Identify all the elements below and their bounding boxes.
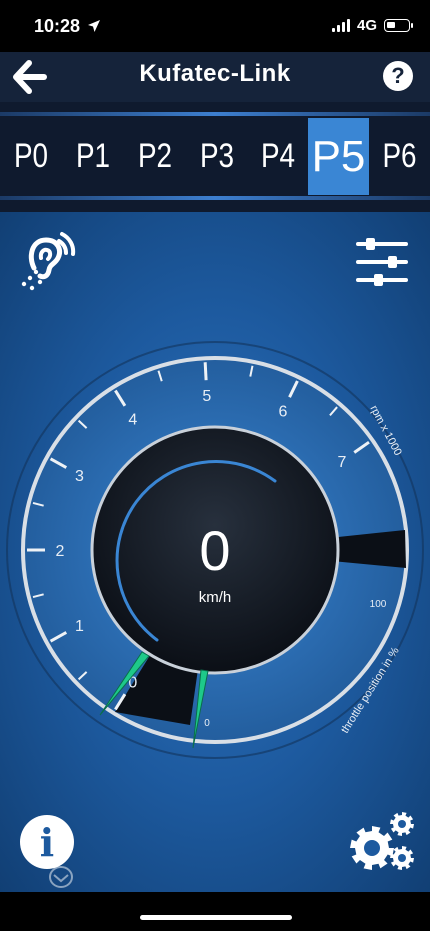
rpm-tick-5: 5 [202,388,211,405]
sliders-icon[interactable] [356,238,408,286]
large-gear-icon [350,826,394,870]
status-time-text: 10:28 [34,16,81,36]
tab-p4[interactable]: P4 [253,118,302,195]
home-indicator-area [0,892,430,931]
rpm-tick-mark [203,362,208,381]
rpm-tick-7: 7 [338,454,347,471]
tab-p3[interactable]: P3 [192,118,243,195]
tab-p1[interactable]: P1 [68,118,119,195]
status-indicators: 4G [331,17,413,34]
gear-hole [398,854,406,862]
preset-tab-bar: P0 P1 P2 P3 P4 P5 P6 [0,102,430,212]
rpm-tick-4: 4 [128,412,137,429]
tab-bar-bottom-glow [0,196,430,200]
tab-bar-top-glow [0,112,430,116]
location-arrow-icon [88,20,101,32]
tab-p6[interactable]: P6 [374,118,424,195]
gear-hole [364,840,380,856]
rpm-tick-1: 1 [75,618,84,635]
throttle-min-label: 0 [204,718,210,729]
info-button[interactable]: i [20,815,74,869]
home-indicator[interactable] [140,915,292,920]
gauge: 0 1 2 3 4 5 6 7 rpm x 1000 throttle posi… [6,341,424,759]
help-button[interactable]: ? [383,61,413,91]
speed-value: 0 [199,519,230,582]
speed-unit: km/h [199,589,232,606]
info-icon: i [39,820,55,865]
battery-icon [384,19,413,32]
preset-tabs: P0 P1 P2 P3 P4 P5 P6 [0,118,430,195]
page-title: Kufatec-Link [139,60,291,87]
network-type: 4G [356,17,377,34]
watermark-logo [49,866,73,888]
small-gear-icon [390,812,414,836]
rpm-tick-6: 6 [278,404,287,421]
tab-p2[interactable]: P2 [130,118,181,195]
tab-p5[interactable]: P5 [308,118,369,195]
status-bar: 10:28 4G [0,0,430,52]
gear-hole [398,820,406,828]
throttle-max-label: 100 [370,599,387,610]
gears-icon[interactable] [348,810,418,874]
status-time: 10:28 [34,16,101,37]
rpm-tick-2: 2 [56,543,65,560]
signal-icon [331,19,350,32]
hearing-icon[interactable] [14,228,80,294]
rpm-tick-3: 3 [75,468,84,485]
small-gear-icon-2 [390,846,414,870]
navigation-bar: Kufatec-Link ? [0,52,430,102]
tab-p0[interactable]: P0 [6,118,57,195]
